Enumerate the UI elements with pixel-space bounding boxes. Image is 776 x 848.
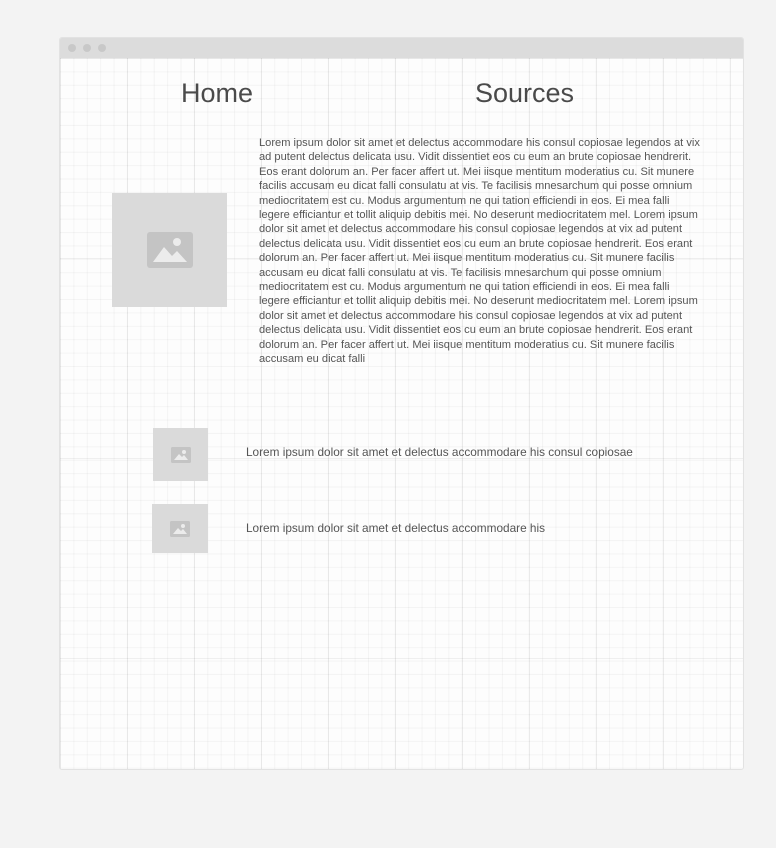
image-placeholder-icon [170, 520, 190, 537]
list-item-1-thumbnail [153, 428, 208, 481]
list-item-1-text: Lorem ipsum dolor sit amet et delectus a… [246, 445, 633, 459]
window-dot-minimize[interactable] [83, 44, 91, 52]
body-paragraph: Lorem ipsum dolor sit amet et delectus a… [259, 137, 700, 366]
browser-window: Home Sources Lorem ipsum dolor sit amet … [59, 37, 744, 770]
hero-image-placeholder [112, 193, 227, 307]
page-content: Home Sources Lorem ipsum dolor sit amet … [60, 58, 743, 769]
list-item-2-thumbnail [152, 504, 208, 553]
nav-home-link[interactable]: Home [181, 77, 253, 109]
window-dot-maximize[interactable] [98, 44, 106, 52]
image-placeholder-icon [146, 232, 193, 268]
list-item-2-text: Lorem ipsum dolor sit amet et delectus a… [246, 521, 545, 535]
window-titlebar [60, 38, 743, 58]
nav-sources-link[interactable]: Sources [475, 77, 574, 109]
image-placeholder-icon [170, 446, 191, 463]
window-dot-close[interactable] [68, 44, 76, 52]
